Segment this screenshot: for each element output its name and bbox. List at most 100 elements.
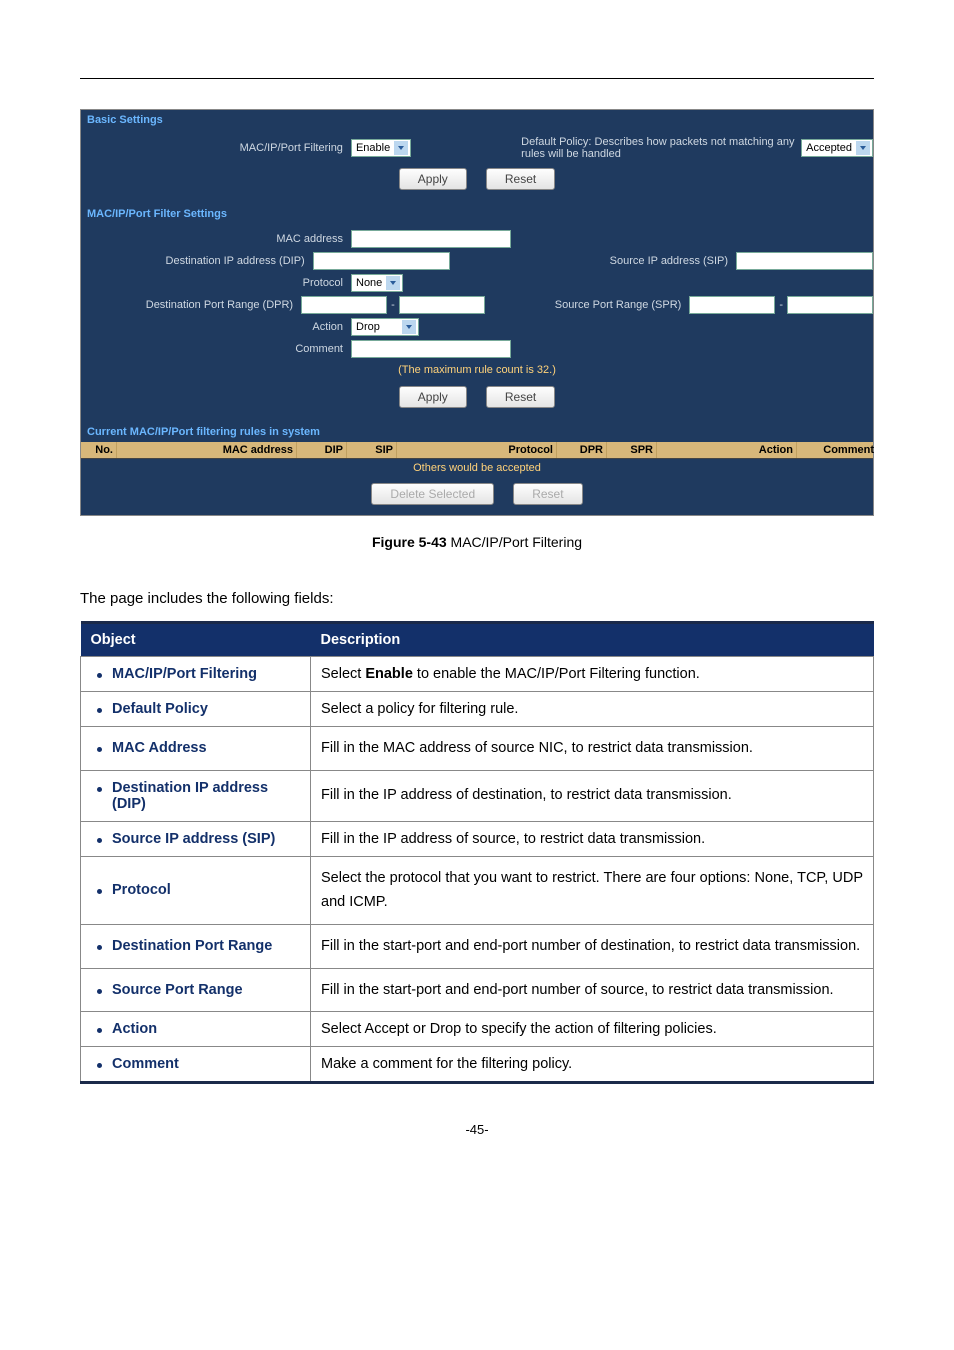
bullet-icon [97,889,102,894]
range-dash: - [779,299,783,311]
object-label: Source Port Range [112,982,243,998]
dip-label: Destination IP address (DIP) [81,255,313,267]
filter-settings-header: MAC/IP/Port Filter Settings [81,204,873,224]
table-row-description: Select the protocol that you want to res… [311,856,874,924]
chevron-down-icon [386,276,400,290]
th-description: Description [311,623,874,657]
filtering-select[interactable]: Enable [351,139,411,157]
table-row-object: Action [81,1012,311,1047]
apply-button[interactable]: Apply [399,386,467,408]
current-rules-header: Current MAC/IP/Port filtering rules in s… [81,422,873,442]
table-row-description: Fill in the IP address of source, to res… [311,821,874,856]
th-object: Object [81,623,311,657]
col-spr: SPR [607,442,657,458]
table-row-object: Destination Port Range [81,924,311,968]
mac-address-input[interactable] [351,230,511,248]
table-row-object: Comment [81,1047,311,1083]
rules-table-header: No. MAC address DIP SIP Protocol DPR SPR… [81,442,873,458]
description-table: Object Description MAC/IP/Port Filtering… [80,621,874,1084]
table-row-description: Select Accept or Drop to specify the act… [311,1012,874,1047]
dip-input[interactable] [313,252,450,270]
object-label: Default Policy [112,701,208,717]
dpr-end-input[interactable] [399,296,485,314]
mac-address-label: MAC address [81,233,351,245]
default-policy-label: Default Policy: Describes how packets no… [521,136,801,160]
chevron-down-icon [402,320,416,334]
col-dip: DIP [297,442,347,458]
comment-label: Comment [81,343,351,355]
filtering-select-value: Enable [356,142,390,154]
figure-caption: Figure 5-43 MAC/IP/Port Filtering [80,534,874,550]
chevron-down-icon [856,141,870,155]
bullet-icon [97,989,102,994]
config-screenshot: Basic Settings MAC/IP/Port Filtering Ena… [80,109,874,516]
table-row-description: Select a policy for filtering rule. [311,692,874,727]
object-label: Destination Port Range [112,938,272,954]
sip-input[interactable] [736,252,873,270]
bullet-icon [97,787,102,792]
others-accepted-row: Others would be accepted [81,458,873,477]
filtering-label: MAC/IP/Port Filtering [81,142,351,154]
col-protocol: Protocol [397,442,557,458]
default-policy-value: Accepted [806,142,852,154]
table-row-object: MAC Address [81,727,311,771]
object-label: Destination IP address (DIP) [112,780,300,812]
bullet-icon [97,1028,102,1033]
spr-end-input[interactable] [787,296,873,314]
action-select[interactable]: Drop [351,318,419,336]
table-row-description: Fill in the start-port and end-port numb… [311,968,874,1012]
comment-input[interactable] [351,340,511,358]
object-label: MAC/IP/Port Filtering [112,666,257,682]
bullet-icon [97,1063,102,1068]
action-value: Drop [356,321,380,333]
col-comment: Comment [797,442,877,458]
table-row-object: Source IP address (SIP) [81,821,311,856]
table-row-object: Source Port Range [81,968,311,1012]
max-rule-note: (The maximum rule count is 32.) [81,360,873,380]
object-label: Action [112,1021,157,1037]
default-policy-select[interactable]: Accepted [801,139,873,157]
table-row-description: Fill in the MAC address of source NIC, t… [311,727,874,771]
col-mac: MAC address [117,442,297,458]
reset-button[interactable]: Reset [513,483,582,505]
dpr-start-input[interactable] [301,296,387,314]
table-row-description: Fill in the IP address of destination, t… [311,770,874,821]
object-label: Comment [112,1056,179,1072]
table-row-object: Protocol [81,856,311,924]
reset-button[interactable]: Reset [486,168,555,190]
col-dpr: DPR [557,442,607,458]
apply-button[interactable]: Apply [399,168,467,190]
table-row-object: Destination IP address (DIP) [81,770,311,821]
bullet-icon [97,673,102,678]
col-no: No. [81,442,117,458]
range-dash: - [391,299,395,311]
chevron-down-icon [394,141,408,155]
page-number: -45- [80,1122,874,1137]
object-label: Source IP address (SIP) [112,831,275,847]
basic-settings-header: Basic Settings [81,110,873,130]
figure-text: MAC/IP/Port Filtering [447,534,582,550]
table-row-object: MAC/IP/Port Filtering [81,657,311,692]
spr-start-input[interactable] [689,296,775,314]
dpr-label: Destination Port Range (DPR) [81,299,301,311]
spr-label: Source Port Range (SPR) [485,299,690,311]
figure-number: Figure 5-43 [372,534,447,550]
object-label: Protocol [112,882,171,898]
reset-button[interactable]: Reset [486,386,555,408]
protocol-label: Protocol [81,277,351,289]
bullet-icon [97,747,102,752]
table-row-description: Select Enable to enable the MAC/IP/Port … [311,657,874,692]
action-label: Action [81,321,351,333]
protocol-select[interactable]: None [351,274,403,292]
delete-selected-button[interactable]: Delete Selected [371,483,494,505]
intro-text: The page includes the following fields: [80,590,874,607]
bullet-icon [97,838,102,843]
bullet-icon [97,708,102,713]
bullet-icon [97,945,102,950]
table-row-description: Make a comment for the filtering policy. [311,1047,874,1083]
table-row-description: Fill in the start-port and end-port numb… [311,924,874,968]
col-action: Action [657,442,797,458]
table-row-object: Default Policy [81,692,311,727]
object-label: MAC Address [112,740,207,756]
col-sip: SIP [347,442,397,458]
